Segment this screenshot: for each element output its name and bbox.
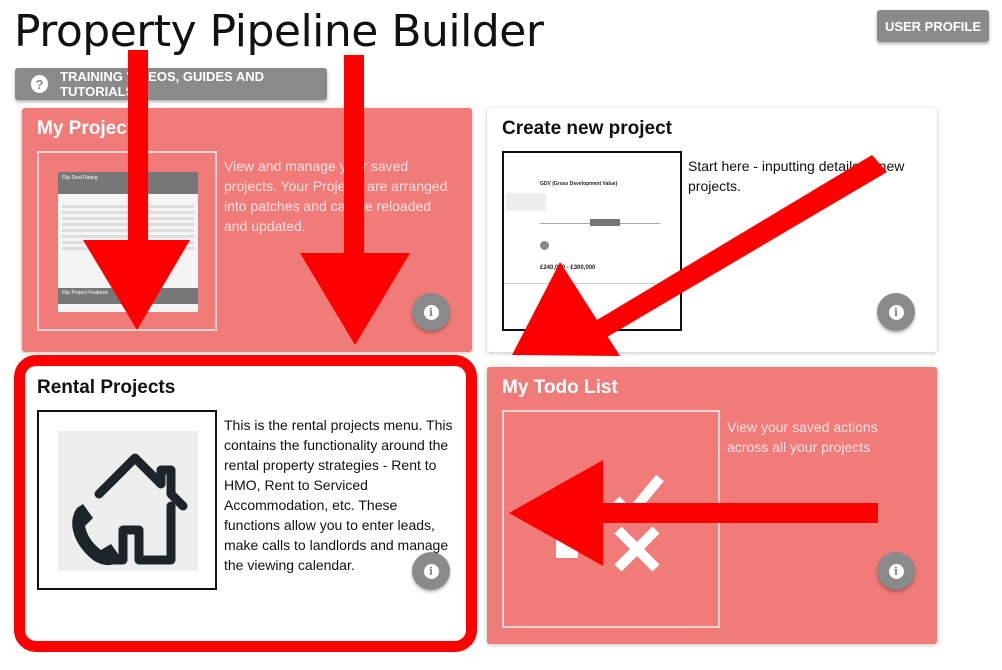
info-button[interactable]: i	[412, 293, 450, 331]
card-description: Start here - inputting details of new pr…	[688, 158, 905, 194]
card-todo-list[interactable]: My Todo List View your saved actions acr…	[487, 367, 937, 644]
training-button-label: TRAINING VIDEOS, GUIDES AND TUTORIALS	[60, 69, 264, 99]
card-title: Rental Projects	[37, 377, 176, 398]
card-title: Create new project	[502, 118, 672, 139]
info-icon: i	[423, 304, 439, 320]
thumb-heading: Flip Deal Rating	[58, 172, 198, 194]
card-rental-projects[interactable]: Rental Projects This is the rental proje…	[22, 367, 472, 644]
todo-list-thumbnail	[502, 410, 720, 628]
info-button[interactable]: i	[412, 552, 450, 590]
info-icon: i	[423, 563, 439, 579]
training-button[interactable]: ? TRAINING VIDEOS, GUIDES AND TUTORIALS	[15, 68, 327, 100]
create-project-thumbnail: GDV (Gross Development Value) £240,000 -…	[502, 151, 682, 331]
info-button[interactable]: i	[877, 293, 915, 331]
card-title: My Projects	[37, 118, 144, 139]
card-description: This is the rental projects menu. This c…	[224, 417, 453, 573]
user-profile-button[interactable]: USER PROFILE	[877, 10, 989, 42]
card-my-projects[interactable]: My Projects Flip Deal Rating Flip Projec…	[22, 108, 472, 352]
card-description: View and manage your saved projects. You…	[224, 158, 448, 234]
page-title: Property Pipeline Builder	[14, 6, 544, 57]
thumb-heading: GDV (Gross Development Value)	[540, 181, 618, 187]
info-icon: i	[888, 304, 904, 320]
card-description: View your saved actions across all your …	[727, 419, 878, 455]
help-icon: ?	[31, 75, 49, 93]
info-icon: i	[888, 563, 904, 579]
info-button[interactable]: i	[877, 552, 915, 590]
thumb-value: £240,000 - £300,000	[540, 265, 596, 271]
card-create-project[interactable]: Create new project GDV (Gross Developmen…	[487, 108, 937, 352]
card-title: My Todo List	[502, 377, 618, 398]
my-projects-thumbnail: Flip Deal Rating Flip Project Features	[37, 151, 217, 331]
house-phone-icon	[72, 453, 188, 566]
thumb-footer: Flip Project Features	[58, 288, 198, 304]
rental-projects-thumbnail	[37, 410, 217, 590]
checklist-icon	[556, 474, 664, 572]
